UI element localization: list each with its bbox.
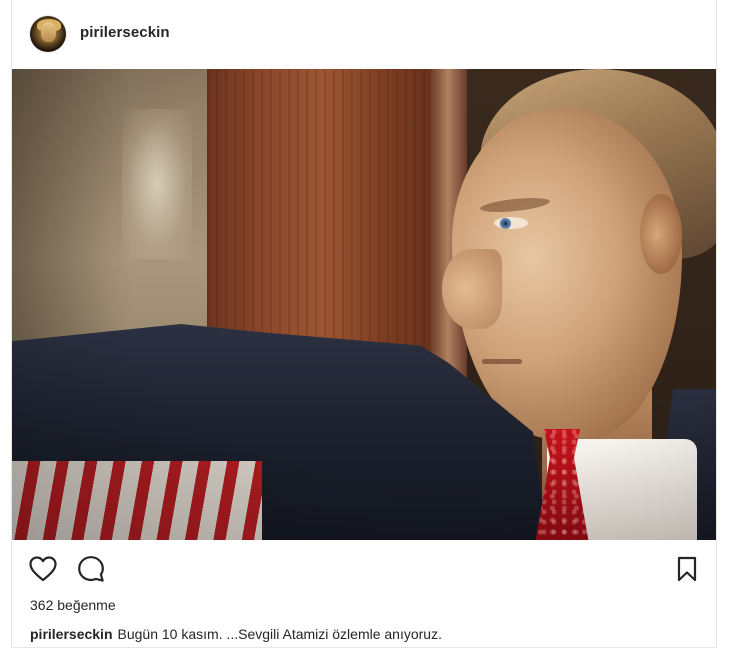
comment-bubble-icon [78, 556, 104, 582]
caption-text: Bugün 10 kasım. ...Sevgili Atamizi özlem… [117, 626, 442, 642]
post-actions [12, 540, 716, 596]
avatar-face [41, 22, 56, 42]
post-header: pirilerseckin [12, 0, 716, 68]
instagram-post: pirilerseckin 362 beğenme pirilerseckin … [11, 0, 717, 648]
bookmark-icon [677, 556, 697, 582]
post-photo[interactable] [12, 69, 716, 540]
caption-username[interactable]: pirilerseckin [30, 626, 113, 642]
heart-icon [29, 556, 57, 582]
post-caption: pirilerseckin Bugün 10 kasım. ...Sevgili … [30, 626, 442, 642]
save-button[interactable] [672, 554, 702, 584]
avatar[interactable] [30, 16, 66, 52]
comment-button[interactable] [76, 554, 106, 584]
likes-count[interactable]: 362 beğenme [30, 597, 116, 613]
photo-vignette [12, 69, 716, 540]
post-username[interactable]: pirilerseckin [80, 24, 170, 41]
like-button[interactable] [28, 554, 58, 584]
